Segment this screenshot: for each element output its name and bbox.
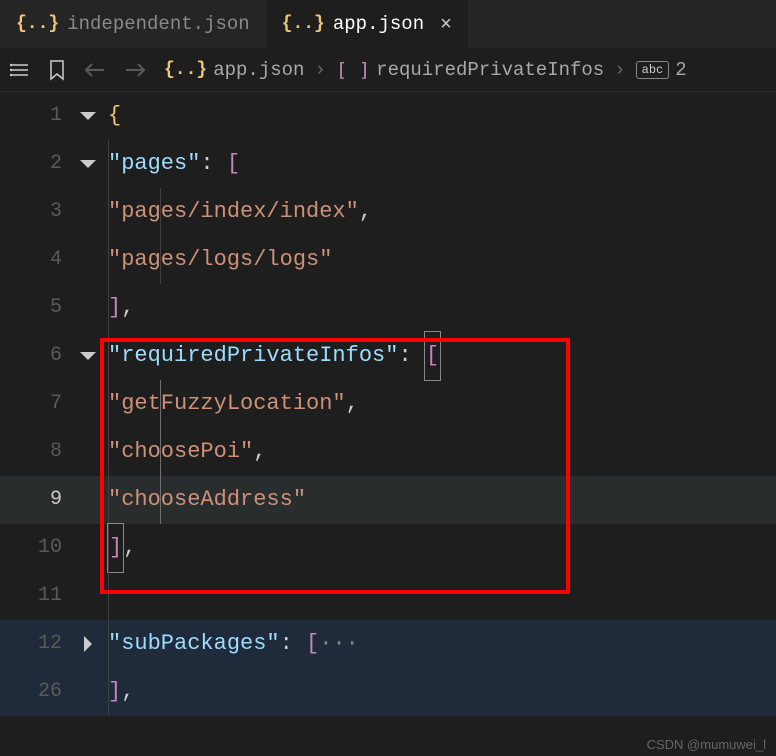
- line-number: 1: [0, 92, 72, 140]
- code-line[interactable]: 7 "getFuzzyLocation",: [0, 380, 776, 428]
- chevron-right-icon: ›: [614, 59, 625, 81]
- code-token: ]: [108, 284, 121, 332]
- line-number: 12: [0, 620, 72, 668]
- tabs-bar: {..} independent.json {..} app.json ×: [0, 0, 776, 48]
- line-number: 9: [0, 476, 72, 524]
- chevron-right-icon: ›: [314, 59, 325, 81]
- code-line[interactable]: 9 "chooseAddress": [0, 476, 776, 524]
- code-token: [: [306, 620, 319, 668]
- json-file-icon: {..}: [282, 14, 325, 34]
- nav-back-icon[interactable]: [84, 61, 106, 79]
- code-token: "getFuzzyLocation": [108, 380, 346, 428]
- code-token: "chooseAddress": [108, 476, 306, 524]
- code-line[interactable]: 10 ],: [0, 524, 776, 572]
- code-token: ]: [108, 668, 121, 716]
- code-token: "subPackages": [108, 620, 280, 668]
- array-icon: [ ]: [336, 59, 370, 81]
- line-number: 5: [0, 284, 72, 332]
- code-token: [: [227, 140, 240, 188]
- breadcrumb-label: requiredPrivateInfos: [376, 59, 604, 81]
- code-token: "pages/index/index": [108, 188, 359, 236]
- breadcrumb-file[interactable]: {..} app.json: [164, 59, 304, 81]
- code-line[interactable]: 6 "requiredPrivateInfos": [: [0, 332, 776, 380]
- json-file-icon: {..}: [16, 14, 59, 34]
- code-token: [: [424, 331, 441, 381]
- code-line[interactable]: 1 {: [0, 92, 776, 140]
- nav-forward-icon[interactable]: [124, 61, 146, 79]
- list-icon[interactable]: [10, 60, 30, 80]
- line-number: 6: [0, 332, 72, 380]
- code-line[interactable]: 4 "pages/logs/logs": [0, 236, 776, 284]
- breadcrumb-path[interactable]: [ ] requiredPrivateInfos: [336, 59, 604, 81]
- code-line[interactable]: 26 ],: [0, 668, 776, 716]
- code-line[interactable]: 5 ],: [0, 284, 776, 332]
- line-number: 7: [0, 380, 72, 428]
- tab-label: independent.json: [67, 13, 249, 35]
- line-number: 2: [0, 140, 72, 188]
- watermark: CSDN @mumuwei_l: [647, 737, 766, 752]
- line-number: 11: [0, 572, 72, 620]
- code-line[interactable]: 11: [0, 572, 776, 620]
- code-token: ]: [107, 523, 124, 573]
- json-file-icon: {..}: [164, 60, 207, 80]
- tab-independent-json[interactable]: {..} independent.json: [0, 0, 266, 48]
- line-number: 4: [0, 236, 72, 284]
- code-line[interactable]: 8 "choosePoi",: [0, 428, 776, 476]
- code-line[interactable]: 2 "pages": [: [0, 140, 776, 188]
- tab-label: app.json: [333, 13, 424, 35]
- folded-ellipsis[interactable]: ···: [319, 620, 359, 668]
- line-number: 10: [0, 524, 72, 572]
- tab-app-json[interactable]: {..} app.json ×: [266, 0, 468, 48]
- close-icon[interactable]: ×: [440, 13, 452, 36]
- fold-chevron-down-icon[interactable]: [72, 332, 104, 380]
- breadcrumb-index[interactable]: abc 2: [636, 59, 687, 81]
- string-type-icon: abc: [636, 61, 670, 79]
- code-token: "pages/logs/logs": [108, 236, 332, 284]
- breadcrumb-label: app.json: [213, 59, 304, 81]
- fold-chevron-down-icon[interactable]: [72, 92, 104, 140]
- code-editor[interactable]: 1 { 2 "pages": [ 3 "pages/index/index", …: [0, 92, 776, 716]
- code-token: {: [108, 92, 121, 140]
- code-token: "choosePoi": [108, 428, 253, 476]
- code-token: "requiredPrivateInfos": [108, 332, 398, 380]
- line-number: 8: [0, 428, 72, 476]
- breadcrumb-toolbar: {..} app.json › [ ] requiredPrivateInfos…: [0, 48, 776, 92]
- fold-chevron-right-icon[interactable]: [72, 620, 104, 668]
- breadcrumb[interactable]: {..} app.json › [ ] requiredPrivateInfos…: [164, 59, 766, 81]
- line-number: 26: [0, 668, 72, 716]
- fold-chevron-down-icon[interactable]: [72, 140, 104, 188]
- breadcrumb-label: 2: [675, 59, 686, 81]
- bookmark-icon[interactable]: [48, 59, 66, 81]
- code-line[interactable]: 12 "subPackages": [···: [0, 620, 776, 668]
- code-token: "pages": [108, 140, 200, 188]
- line-number: 3: [0, 188, 72, 236]
- code-line[interactable]: 3 "pages/index/index",: [0, 188, 776, 236]
